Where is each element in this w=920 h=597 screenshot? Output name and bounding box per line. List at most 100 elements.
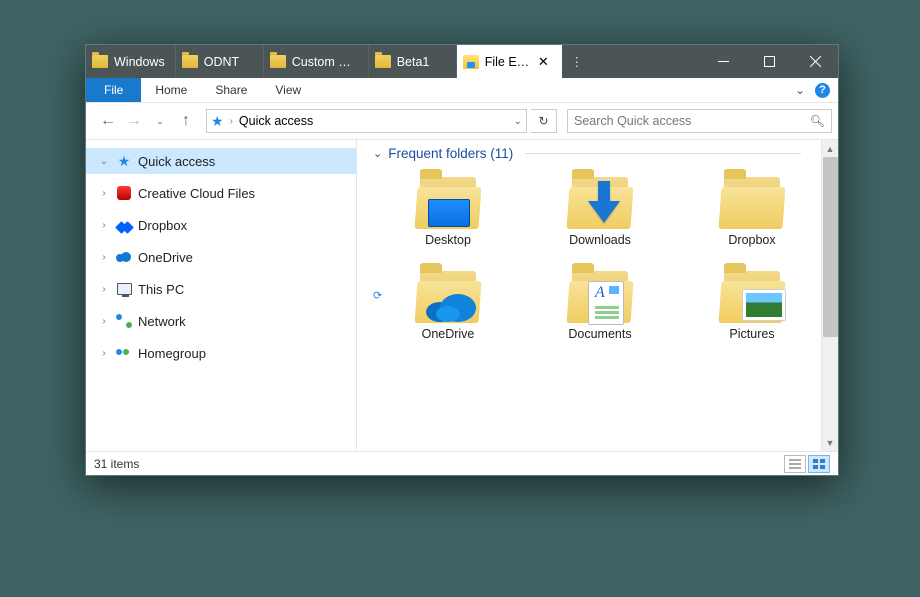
dropbox-icon <box>116 217 132 233</box>
folder-icon <box>414 267 482 323</box>
status-text: 31 items <box>94 457 139 471</box>
address-bar[interactable]: ★ › Quick access ⌄ <box>206 109 527 133</box>
ribbon-share-tab[interactable]: Share <box>201 78 261 102</box>
homegroup-icon <box>116 345 132 361</box>
creative-cloud-icon <box>116 185 132 201</box>
quick-access-icon: ★ <box>211 113 224 130</box>
tree-node-network[interactable]: ›Network <box>86 308 356 334</box>
scroll-down-icon[interactable]: ▼ <box>822 434 838 451</box>
item-label: Downloads <box>569 233 631 247</box>
scroll-thumb[interactable] <box>823 157 838 337</box>
tree-label: Dropbox <box>138 218 356 233</box>
picture-overlay-icon <box>742 289 786 321</box>
tab-file-explorer[interactable]: File Expl... ✕ <box>457 45 562 78</box>
tree-node-dropbox[interactable]: › Dropbox <box>86 212 356 238</box>
maximize-button[interactable] <box>746 45 792 78</box>
folder-icon <box>718 267 786 323</box>
main-pane[interactable]: ⌄ Frequent folders (11) Desktop Downloads… <box>357 140 821 451</box>
folder-icon <box>566 267 634 323</box>
expand-icon[interactable]: ⌄ <box>98 156 110 167</box>
tree-label: This PC <box>138 282 356 297</box>
file-explorer-window: Windows ODNT Custom RT... Beta1 File Exp… <box>85 44 839 476</box>
tree-node-quickaccess[interactable]: ⌄★Quick access <box>86 148 356 174</box>
close-button[interactable] <box>792 45 838 78</box>
ribbon-view-tab[interactable]: View <box>261 78 315 102</box>
refresh-button[interactable]: ↻ <box>531 109 557 133</box>
folder-item[interactable]: ⟳ OneDrive <box>373 263 523 345</box>
ribbon-home-tab[interactable]: Home <box>141 78 201 102</box>
item-label: OneDrive <box>422 327 475 341</box>
network-icon <box>116 313 132 329</box>
group-divider <box>525 153 801 154</box>
tab-label: ODNT <box>204 55 253 69</box>
scroll-up-icon[interactable]: ▲ <box>822 140 838 157</box>
item-label: Documents <box>568 327 631 341</box>
sync-icon: ⟳ <box>373 289 387 303</box>
expand-icon[interactable]: › <box>98 188 110 199</box>
folder-item[interactable]: Desktop <box>373 169 523 251</box>
back-button[interactable]: ← <box>96 109 120 133</box>
folder-icon <box>92 55 108 68</box>
tab-label: Custom RT... <box>292 55 358 69</box>
close-tab-icon[interactable]: ✕ <box>536 54 551 70</box>
icons-view-button[interactable] <box>808 455 830 473</box>
file-explorer-icon <box>463 55 479 69</box>
help-icon[interactable]: ? <box>815 83 830 98</box>
body: ⌄★Quick access › Creative Cloud Files › Drop… <box>86 139 838 451</box>
expand-icon[interactable]: › <box>98 220 110 231</box>
ribbon-file-tab[interactable]: File <box>86 78 141 102</box>
item-label: Pictures <box>729 327 774 341</box>
tab-label: Windows <box>114 55 165 69</box>
content-area: ⌄ Frequent folders (11) Desktop Downloads… <box>357 140 838 451</box>
address-dropdown-icon[interactable]: ⌄ <box>514 116 522 127</box>
folder-icon <box>414 173 482 229</box>
minimize-button[interactable] <box>700 45 746 78</box>
expand-icon[interactable]: › <box>98 348 110 359</box>
this-pc-icon <box>116 281 132 297</box>
status-bar: 31 items <box>86 451 838 475</box>
tree-label: Creative Cloud Files <box>138 186 356 201</box>
tab-label: Beta1 <box>397 55 446 69</box>
folder-icon <box>182 55 198 68</box>
collapse-group-icon[interactable]: ⌄ <box>373 147 382 160</box>
folder-item[interactable]: Pictures <box>677 263 821 345</box>
tab-windows[interactable]: Windows <box>86 45 176 78</box>
group-header[interactable]: ⌄ Frequent folders (11) <box>373 146 821 161</box>
forward-button[interactable]: → <box>122 109 146 133</box>
folder-item[interactable]: Documents <box>525 263 675 345</box>
tab-custom-rt[interactable]: Custom RT... <box>264 45 369 78</box>
tree-label: Quick access <box>138 154 356 169</box>
item-label: Dropbox <box>728 233 775 247</box>
folder-item[interactable]: Downloads <box>525 169 675 251</box>
tree-node-cc[interactable]: › Creative Cloud Files <box>86 180 356 206</box>
nav-tree: ⌄★Quick access › Creative Cloud Files › Drop… <box>86 140 356 451</box>
up-button[interactable]: ↑ <box>174 109 198 133</box>
details-view-button[interactable] <box>784 455 806 473</box>
recent-locations-button[interactable]: ⌄ <box>148 109 172 133</box>
tab-odnt[interactable]: ODNT <box>176 45 264 78</box>
item-label: Desktop <box>425 233 471 247</box>
download-arrow-icon <box>584 179 624 228</box>
document-overlay-icon <box>588 281 624 325</box>
tree-label: Homegroup <box>138 346 356 361</box>
expand-icon[interactable]: › <box>98 252 110 263</box>
search-box[interactable]: Search Quick access 🔍︎ <box>567 109 832 133</box>
ribbon-expand-icon[interactable]: ⌄ <box>795 83 805 97</box>
folder-grid: Desktop Downloads Dropbox ⟳ OneDrive Document… <box>373 169 821 345</box>
window-controls <box>700 45 838 78</box>
ribbon: File Home Share View ⌄ ? <box>86 78 838 103</box>
folder-icon <box>566 173 634 229</box>
folder-item[interactable]: Dropbox <box>677 169 821 251</box>
tree-node-homegroup[interactable]: › Homegroup <box>86 340 356 366</box>
tab-label: File Expl... <box>485 55 530 69</box>
tab-overflow-button[interactable]: ⋮ <box>562 45 592 78</box>
vertical-scrollbar[interactable]: ▲ ▼ <box>821 140 838 451</box>
onedrive-overlay-icon <box>422 288 478 325</box>
chevron-right-icon: › <box>230 116 233 127</box>
expand-icon[interactable]: › <box>98 284 110 295</box>
tab-beta1[interactable]: Beta1 <box>369 45 457 78</box>
expand-icon[interactable]: › <box>98 316 110 327</box>
tree-node-onedrive[interactable]: ›OneDrive <box>86 244 356 270</box>
search-icon: 🔍︎ <box>810 114 825 128</box>
tree-node-pc[interactable]: › This PC <box>86 276 356 302</box>
